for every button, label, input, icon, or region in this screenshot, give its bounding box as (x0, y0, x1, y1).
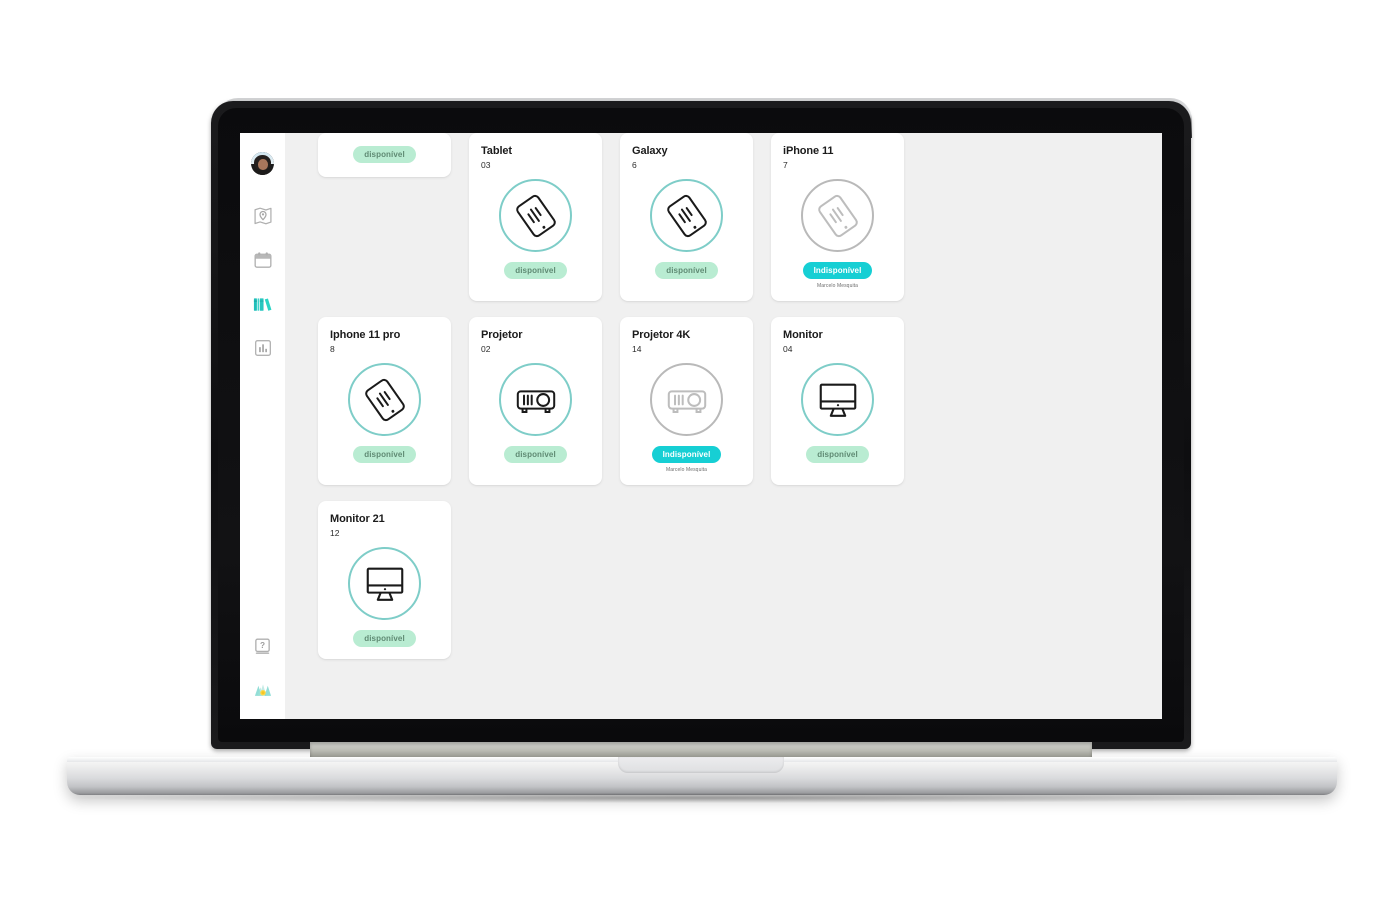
equipment-card[interactable]: Monitor 21 12 disponível (318, 501, 451, 659)
card-icon-ring (348, 547, 421, 620)
laptop-screen: ? disponível Tablet 03 disponível Galaxy… (240, 133, 1162, 719)
equipment-card[interactable]: Tablet 03 disponível (469, 133, 602, 301)
status-badge: disponível (806, 446, 869, 463)
status-badge: disponível (353, 146, 416, 163)
main-content: disponível Tablet 03 disponível Galaxy 6 dispo… (285, 133, 1162, 719)
tablet-icon (666, 194, 707, 237)
card-title: Projetor (481, 329, 523, 341)
equipment-card-grid: disponível Tablet 03 disponível Galaxy 6 dispo… (318, 133, 1008, 659)
projector-icon (516, 389, 555, 413)
status-badge: disponível (504, 262, 567, 279)
card-icon-ring (801, 363, 874, 436)
card-title: Monitor (783, 329, 823, 341)
card-icon-ring (650, 363, 723, 436)
equipment-card[interactable]: iPhone 11 7 Indisponível Marcelo Mesquita (771, 133, 904, 301)
card-title: Iphone 11 pro (330, 329, 401, 341)
brand-logo-icon (254, 684, 271, 696)
screenshot-stage: ? disponível Tablet 03 disponível Galaxy… (0, 0, 1400, 900)
sidebar-item-brand[interactable] (252, 679, 274, 701)
sidebar-item-help[interactable]: ? (252, 635, 274, 657)
card-code: 8 (330, 344, 335, 354)
status-badge: disponível (504, 446, 567, 463)
card-holder-name: Marcelo Mesquita (665, 467, 708, 473)
sidebar: ? (240, 133, 285, 719)
help-book-icon: ? (255, 638, 270, 654)
status-badge: disponível (353, 630, 416, 647)
card-code: 02 (481, 344, 491, 354)
laptop-base-notch (618, 757, 784, 773)
tablet-icon (817, 194, 858, 237)
status-badge: disponível (655, 262, 718, 279)
sidebar-bottom-nav: ? (252, 635, 274, 701)
user-avatar[interactable] (251, 152, 274, 175)
card-code: 6 (632, 160, 637, 170)
equipment-card[interactable]: Projetor 4K 14 Indisponível Marcelo Mesquit… (620, 317, 753, 485)
monitor-icon (366, 567, 403, 601)
card-title: Projetor 4K (632, 329, 691, 341)
projector-icon (667, 389, 706, 413)
calendar-icon (253, 252, 271, 268)
status-badge: Indisponível (802, 262, 873, 279)
map-pin-icon (253, 207, 272, 225)
card-title: Galaxy (632, 145, 668, 157)
card-icon-ring (801, 179, 874, 252)
card-title: Monitor 21 (330, 513, 385, 525)
equipment-card[interactable]: Galaxy 6 disponível (620, 133, 753, 301)
tablet-icon (364, 378, 405, 421)
tablet-icon (515, 194, 556, 237)
sidebar-item-calendar[interactable] (252, 249, 274, 271)
equipment-card[interactable]: Iphone 11 pro 8 disponível (318, 317, 451, 485)
card-code: 03 (481, 160, 491, 170)
sidebar-item-map[interactable] (252, 205, 274, 227)
sidebar-item-reports[interactable] (252, 337, 274, 359)
card-icon-ring (499, 363, 572, 436)
svg-text:?: ? (260, 640, 265, 650)
avatar-face (258, 159, 268, 170)
card-code: 12 (330, 528, 340, 538)
card-icon-ring (348, 363, 421, 436)
card-code: 04 (783, 344, 793, 354)
sidebar-item-library[interactable] (252, 293, 274, 315)
card-icon-ring (499, 179, 572, 252)
sidebar-nav (252, 205, 274, 359)
card-code: 7 (783, 160, 788, 170)
card-icon-ring (650, 179, 723, 252)
card-title: Tablet (481, 145, 512, 157)
bar-chart-icon (254, 340, 271, 357)
card-code: 14 (632, 344, 642, 354)
card-title: iPhone 11 (783, 145, 834, 157)
status-badge: Indisponível (651, 446, 722, 463)
status-badge: disponível (353, 446, 416, 463)
app-window: ? disponível Tablet 03 disponível Galaxy… (240, 133, 1162, 719)
equipment-card[interactable]: Monitor 04 disponível (771, 317, 904, 485)
card-holder-name: Marcelo Mesquita (816, 283, 859, 289)
equipment-card[interactable]: disponível (318, 133, 451, 177)
monitor-icon (819, 383, 856, 417)
laptop-shadow (72, 793, 1332, 803)
equipment-card[interactable]: Projetor 02 disponível (469, 317, 602, 485)
books-icon (253, 297, 272, 311)
